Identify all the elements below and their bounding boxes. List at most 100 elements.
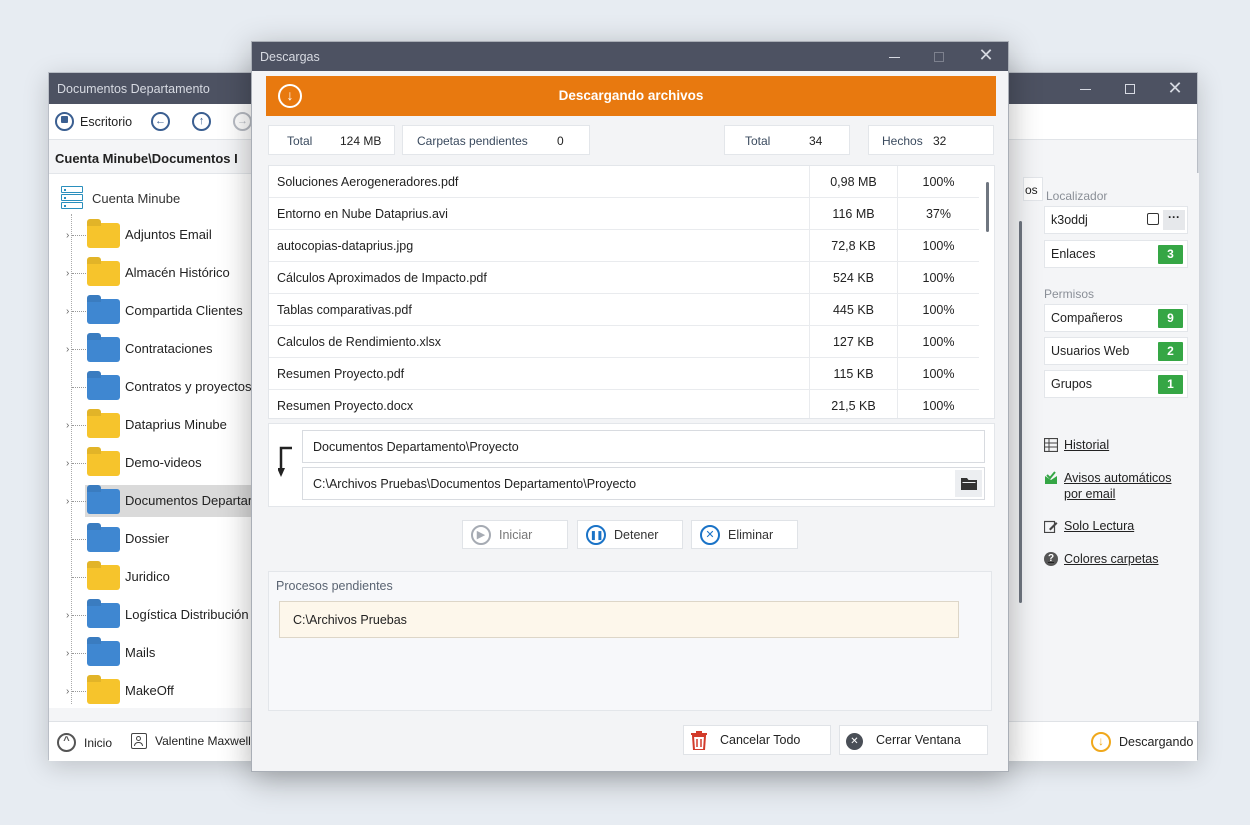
tree-item[interactable]: › Compartida Clientes [49, 294, 252, 328]
copy-icon[interactable] [1147, 213, 1159, 225]
tree-item[interactable]: › Dataprius Minube [49, 408, 252, 442]
tree-item[interactable]: › Mails [49, 636, 252, 670]
chevron-right-icon[interactable]: › [66, 686, 69, 697]
folder-icon [87, 299, 120, 324]
colores-link[interactable]: ? Colores carpetas [1044, 551, 1159, 567]
historial-link[interactable]: Historial [1044, 437, 1109, 453]
dialog-close-button[interactable]: ✕ [966, 44, 1006, 68]
table-icon [1044, 438, 1058, 452]
up-arrow-icon[interactable]: ↑ [192, 112, 211, 131]
browse-folder-button[interactable] [955, 470, 982, 497]
tree-item[interactable]: › MakeOff [49, 674, 252, 708]
file-row[interactable]: Calculos de Rendimiento.xlsx 127 KB 100% [269, 326, 979, 358]
chevron-right-icon[interactable]: › [66, 230, 69, 241]
file-name: Resumen Proyecto.pdf [277, 367, 405, 381]
file-size: 445 KB [809, 294, 897, 326]
minimize-icon [888, 56, 900, 58]
file-size: 127 KB [809, 326, 897, 358]
files-total-value: 34 [809, 134, 823, 148]
escritorio-button[interactable]: Escritorio [55, 112, 132, 131]
chevron-right-icon[interactable]: › [66, 458, 69, 469]
pending-process-item[interactable]: C:\Archivos Pruebas [279, 601, 959, 638]
grupos-label: Grupos [1051, 377, 1092, 391]
downloads-dialog: Descargas ✕ ↓ Descargando archivos Total… [251, 41, 1009, 772]
avisos-link[interactable]: Avisos automáticos por email [1044, 470, 1171, 502]
tree-item[interactable]: Dossier [49, 522, 252, 556]
file-row[interactable]: Entorno en Nube Dataprius.avi 116 MB 37% [269, 198, 979, 230]
tree-item[interactable]: › Logística Distribución [49, 598, 252, 632]
solo-lectura-link[interactable]: Solo Lectura [1044, 518, 1134, 534]
delete-button[interactable]: ✕ Eliminar [691, 520, 798, 549]
maximize-icon [934, 52, 944, 63]
grupos-row[interactable]: Grupos 1 [1044, 370, 1188, 398]
tree-item[interactable]: › Contrataciones [49, 332, 252, 366]
forward-arrow-icon[interactable]: → [233, 112, 252, 131]
tree-item[interactable]: › Adjuntos Email [49, 218, 252, 252]
historial-label: Historial [1064, 438, 1110, 452]
file-size: 0,98 MB [809, 166, 897, 198]
close-icon: ✕ [978, 45, 994, 65]
scrollbar-thumb[interactable] [1019, 221, 1022, 603]
user-button[interactable]: Valentine Maxwell [131, 733, 251, 749]
folder-icon [87, 223, 120, 248]
size-total-value: 124 MB [340, 134, 382, 148]
grupos-count-badge: 1 [1158, 375, 1183, 394]
file-row[interactable]: Cálculos Aproximados de Impacto.pdf 524 K… [269, 262, 979, 294]
done-label: Hechos [882, 134, 923, 148]
dialog-maximize-button[interactable] [919, 45, 959, 69]
dialog-minimize-button[interactable] [874, 45, 914, 69]
pending-folders-value: 0 [557, 134, 564, 148]
file-row[interactable]: autocopias-dataprius.jpg 72,8 KB 100% [269, 230, 979, 262]
chevron-right-icon[interactable]: › [66, 306, 69, 317]
more-options-icon[interactable]: ··· [1163, 210, 1185, 230]
pending-processes-title: Procesos pendientes [276, 579, 393, 593]
downloading-status-button[interactable]: ↓ Descargando [1091, 732, 1193, 752]
close-window-button[interactable]: ✕ [1155, 77, 1195, 101]
file-row[interactable]: Resumen Proyecto.pdf 115 KB 100% [269, 358, 979, 390]
tree-item[interactable]: Contratos y proyectos [49, 370, 252, 404]
folder-tree: Cuenta Minube › Adjuntos Email › Almacén Hi… [49, 173, 252, 708]
cancel-all-button[interactable]: Cancelar Todo [683, 725, 831, 755]
file-row[interactable]: Resumen Proyecto.docx 21,5 KB 100% [269, 390, 979, 418]
tree-root-item[interactable]: Cuenta Minube [61, 184, 180, 212]
file-list-scrollbar[interactable] [986, 182, 989, 232]
chevron-right-icon[interactable]: › [66, 344, 69, 355]
downloading-label: Descargando [1119, 735, 1194, 749]
minimize-button[interactable] [1065, 77, 1105, 101]
tree-item[interactable]: Juridico [49, 560, 252, 594]
stop-button[interactable]: ❚❚ Detener [577, 520, 683, 549]
companeros-label: Compañeros [1051, 311, 1123, 325]
enlaces-row[interactable]: Enlaces 3 [1044, 240, 1188, 268]
chevron-right-icon[interactable]: › [66, 610, 69, 621]
tree-item[interactable]: › Demo-videos [49, 446, 252, 480]
inicio-button[interactable]: ^ Inicio [57, 733, 112, 752]
companeros-row[interactable]: Compañeros 9 [1044, 304, 1188, 332]
tree-item-label: Compartida Clientes [125, 303, 243, 318]
file-name: Entorno en Nube Dataprius.avi [277, 207, 448, 221]
start-button[interactable]: ▶ Iniciar [462, 520, 568, 549]
tree-connector [72, 539, 86, 540]
tree-item[interactable]: › Documentos Departam [49, 484, 252, 518]
done-box: Hechos 32 [868, 125, 994, 155]
chevron-right-icon[interactable]: › [66, 420, 69, 431]
file-row[interactable]: Tablas comparativas.pdf 445 KB 100% [269, 294, 979, 326]
usuarios-web-row[interactable]: Usuarios Web 2 [1044, 337, 1188, 365]
close-window-dialog-button[interactable]: ✕ Cerrar Ventana [839, 725, 988, 755]
partial-tab[interactable]: os [1023, 177, 1043, 201]
tree-connector [72, 577, 86, 578]
colores-label: Colores carpetas [1064, 552, 1159, 566]
tree-item-label: Almacén Histórico [125, 265, 230, 280]
tree-connector [72, 235, 86, 236]
file-row[interactable]: Soluciones Aerogeneradores.pdf 0,98 MB 100… [269, 166, 979, 198]
permisos-label: Permisos [1044, 287, 1095, 301]
chevron-right-icon[interactable]: › [66, 648, 69, 659]
folder-icon [87, 603, 120, 628]
maximize-button[interactable] [1110, 77, 1150, 101]
file-progress: 100% [897, 262, 979, 294]
tree-item[interactable]: › Almacén Histórico [49, 256, 252, 290]
chevron-right-icon[interactable]: › [66, 496, 69, 507]
source-path-field: Documentos Departamento\Proyecto [302, 430, 985, 463]
back-arrow-icon[interactable]: ← [151, 112, 170, 131]
chevron-right-icon[interactable]: › [66, 268, 69, 279]
folder-icon [87, 337, 120, 362]
